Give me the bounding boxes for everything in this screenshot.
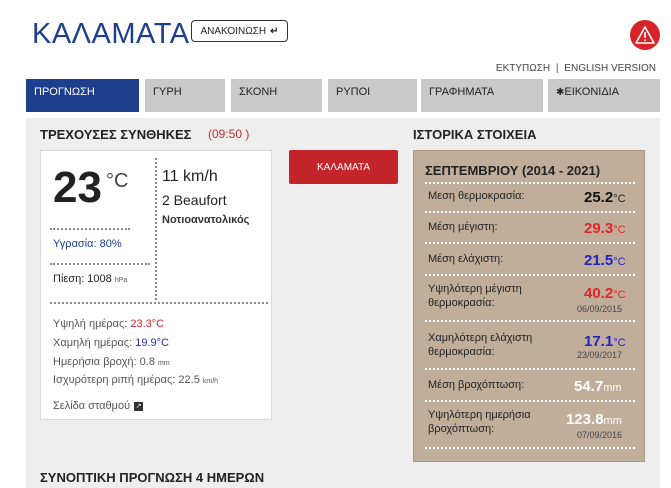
history-value: 21.5 <box>584 252 614 269</box>
divider <box>425 211 635 213</box>
day-rain-label: Ημερήσια βροχή: <box>53 356 137 368</box>
divider <box>425 400 635 402</box>
forecast-section-title: ΣΥΝΟΠΤΙΚΗ ΠΡΟΓΝΩΣΗ 4 ΗΜΕΡΩΝ <box>40 470 265 485</box>
day-gust: Ισχυρότερη ριπή ημέρας: 22.5 km/h <box>53 374 218 386</box>
english-version-link[interactable]: ENGLISH VERSION <box>564 63 656 74</box>
day-gust-unit: km/h <box>202 378 219 385</box>
history-period: ΣΕΠΤΕΜΒΡΙΟΥ (2014 - 2021) <box>425 163 601 178</box>
arrow-turn-icon: ↵ <box>270 25 279 37</box>
history-value: 123.8 <box>566 411 604 428</box>
day-high-label: Υψηλή ημέρας: <box>53 318 128 330</box>
history-unit: mm <box>603 382 622 394</box>
tab-pollen[interactable]: ΓΥΡΗ <box>145 79 225 112</box>
divider <box>425 274 635 276</box>
station-page-link[interactable]: Σελίδα σταθμού ↗ <box>53 400 144 412</box>
tab-label: ΕΙΚΟΝΙΔΙΑ <box>564 86 620 98</box>
history-row-value: 25.2°C <box>584 189 626 207</box>
history-unit: °C <box>613 193 626 205</box>
city-button[interactable]: ΚΑΛΑΜΑΤΑ <box>289 150 398 184</box>
history-row-label: Μέση βροχόπτωση: <box>428 379 525 391</box>
history-unit: °C <box>613 337 626 349</box>
divider <box>425 182 635 184</box>
divider <box>50 302 268 304</box>
history-value: 40.2 <box>584 285 614 302</box>
history-unit: mm <box>603 415 622 427</box>
history-row-value: 40.2°C <box>584 285 626 303</box>
tab-label: ΓΡΑΦΗΜΑΤΑ <box>429 86 495 98</box>
tab-forecast[interactable]: ΠΡΟΓΝΩΣΗ <box>26 79 139 112</box>
divider <box>50 263 150 265</box>
history-row-value: 29.3°C <box>584 220 626 238</box>
humidity: Υγρασία: 80% <box>53 238 122 250</box>
pressure: Πίεση: 1008 hPa <box>53 273 127 285</box>
history-title: ΙΣΤΟΡΙΚΑ ΣΤΟΙΧΕΙΑ <box>413 127 537 142</box>
history-row-label: Υψηλότερη ημερήσια βροχόπτωση: <box>428 409 531 435</box>
history-date: 07/09/2016 <box>577 430 623 440</box>
current-conditions-title: ΤΡΕΧΟΥΣΕΣ ΣΥΝΘΗΚΕΣ <box>40 127 192 142</box>
day-rain-unit: mm <box>158 360 170 367</box>
tab-widgets[interactable]: ✱ΕΙΚΟΝΙΔΙΑ <box>548 79 660 112</box>
wind-speed: 11 km/h <box>162 168 218 185</box>
top-links: ΕΚΤΥΠΩΣΗ | ENGLISH VERSION <box>496 63 656 74</box>
external-link-icon: ↗ <box>134 401 144 411</box>
history-value: 17.1 <box>584 333 614 350</box>
day-gust-label: Ισχυρότερη ριπή ημέρας: <box>53 374 176 386</box>
history-date: 06/09/2015 <box>577 304 623 314</box>
day-rain: Ημερήσια βροχή: 0.8 mm <box>53 356 170 368</box>
link-separator: | <box>555 63 559 74</box>
tab-charts[interactable]: ΓΡΑΦΗΜΑΤΑ <box>421 79 543 112</box>
day-high: Υψηλή ημέρας: 23.3°C <box>53 318 164 330</box>
history-row-label: Μέση ελάχιστη: <box>428 253 504 265</box>
tab-label: ΓΥΡΗ <box>153 86 182 98</box>
divider <box>425 242 635 244</box>
pressure-value: Πίεση: 1008 <box>53 273 112 285</box>
history-unit: °C <box>613 256 626 268</box>
current-temperature: 23 <box>53 163 102 212</box>
station-link-label: Σελίδα σταθμού <box>53 400 131 412</box>
pressure-unit: hPa <box>114 277 128 284</box>
history-row-label: Χαμηλότερη ελάχιστη θερμοκρασία: <box>428 332 533 358</box>
wind-beaufort: 2 Beaufort <box>162 192 227 208</box>
history-row-value: 21.5°C <box>584 252 626 270</box>
announce-label: ΑΝΑΚΟΙΝΩΣΗ <box>200 25 267 37</box>
announce-button[interactable]: ΑΝΑΚΟΙΝΩΣΗ ↵ <box>191 20 288 42</box>
tab-label: ΡΥΠΟΙ <box>336 86 371 98</box>
history-row-label: Υψηλότερη μέγιστη θερμοκρασία: <box>428 283 522 309</box>
tab-dust[interactable]: ΣΚΟΝΗ <box>231 79 322 112</box>
history-row-value: 123.8mm <box>566 411 622 429</box>
day-rain-value: 0.8 <box>139 356 155 368</box>
print-link[interactable]: ΕΚΤΥΠΩΣΗ <box>496 63 550 74</box>
temperature-unit: °C <box>106 170 129 192</box>
history-row-label: Μέση μέγιστη: <box>428 221 498 233</box>
day-high-value: 23.3°C <box>130 318 165 330</box>
divider <box>50 228 130 230</box>
divider <box>425 368 635 370</box>
day-gust-value: 22.5 <box>178 374 200 386</box>
page-title: ΚΑΛΑΜΑΤΑ <box>32 18 190 50</box>
history-row-label: Μεση θερμοκρασία: <box>428 190 525 202</box>
tab-pollutants[interactable]: ΡΥΠΟΙ <box>328 79 417 112</box>
history-value: 25.2 <box>584 189 614 206</box>
current-time: (09:50 ) <box>208 127 250 141</box>
divider <box>155 158 157 300</box>
warning-icon[interactable] <box>630 20 660 50</box>
history-unit: °C <box>613 289 626 301</box>
wind-direction: Νοτιοανατολικός <box>162 214 250 226</box>
history-value: 29.3 <box>584 220 614 237</box>
day-low-label: Χαμηλή ημέρας: <box>53 337 133 349</box>
day-low-value: 19.9°C <box>135 337 169 349</box>
history-row-value: 17.1°C <box>584 333 626 351</box>
history-row-value: 54.7mm <box>574 378 622 396</box>
history-unit: °C <box>613 224 626 236</box>
history-date: 23/09/2017 <box>577 350 623 360</box>
history-value: 54.7 <box>574 378 604 395</box>
divider <box>425 320 635 322</box>
day-low: Χαμηλή ημέρας: 19.9°C <box>53 337 169 349</box>
divider <box>425 447 635 449</box>
tab-label: ΠΡΟΓΝΩΣΗ <box>34 86 95 98</box>
tab-label: ΣΚΟΝΗ <box>239 86 278 98</box>
